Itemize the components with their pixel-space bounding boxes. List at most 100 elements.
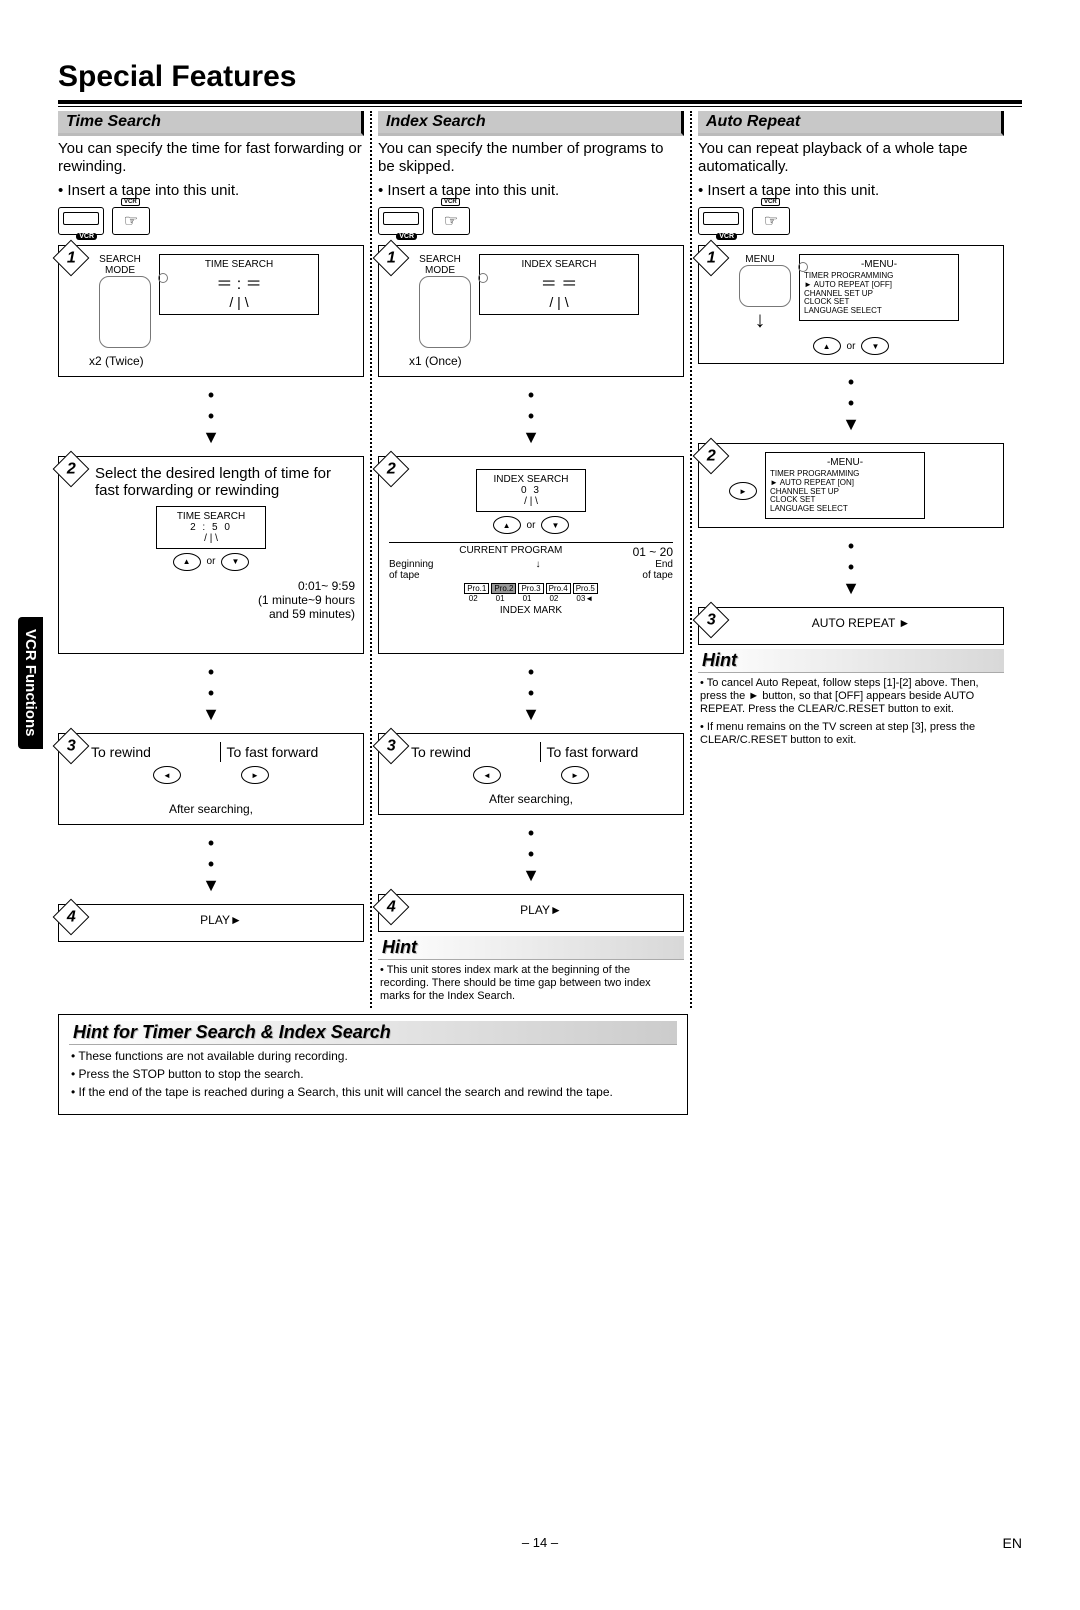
up-icon: ▲: [813, 337, 841, 355]
columns: VCR Functions Time Search You can specif…: [58, 111, 1022, 1008]
remote-icon: [99, 276, 151, 348]
index-search-intro: You can specify the number of programs t…: [378, 140, 684, 176]
hint-body-index: • This unit stores index mark at the beg…: [378, 960, 684, 1008]
step-number: 3: [693, 602, 730, 639]
fwd-icon: ►: [561, 766, 589, 784]
is-ff: To fast forward: [541, 742, 676, 762]
is-step1-bottom: x1 (Once): [409, 354, 675, 368]
ts-step-4: 4 PLAY►: [58, 904, 364, 942]
cassette-row: VCR ☞VCR: [698, 207, 1004, 235]
arrow-down-icon: [58, 385, 364, 448]
is-range: 01 ~ 20: [633, 545, 673, 559]
step-number: 2: [693, 438, 730, 475]
ts-step-1: 1 SEARCH MODE TIME SEARCH ＝ : ＝ / | \ x2…: [58, 245, 364, 377]
tv-screen-index: INDEX SEARCH ＝ ＝ / | \: [479, 254, 639, 315]
ar-step-1: 1 MENU ↓ -MENU- TIMER PROGRAMMING ► AUTO…: [698, 245, 1004, 364]
up-icon: ▲: [493, 516, 521, 534]
begin-tape-label: Beginning of tape: [389, 559, 433, 581]
vcr-badge: VCR: [76, 233, 97, 240]
cassette-icon: VCR: [698, 207, 744, 235]
play-label: PLAY►: [407, 903, 675, 917]
remote-icon: [419, 276, 471, 348]
ts-range: 0:01~ 9:59 (1 minute~9 hours and 59 minu…: [67, 579, 355, 621]
index-mark-label: INDEX MARK: [389, 605, 673, 616]
tv-screen-time-value: TIME SEARCH 2 : 5 0 / | \: [156, 506, 266, 549]
search-mode-label: SEARCH MODE: [89, 254, 151, 276]
hint-heading: Hint: [378, 936, 684, 960]
screen-label: INDEX SEARCH: [481, 474, 581, 485]
is-step-1: 1 SEARCH MODE INDEX SEARCH ＝ ＝ / | \ x1 …: [378, 245, 684, 377]
program-row: Pro.1 Pro.2 Pro.3 Pro.4 Pro.5: [389, 583, 673, 594]
ar-step-3: 3 AUTO REPEAT ►: [698, 607, 1004, 645]
ts-step-3: 3 To rewind To fast forward ◄ ► After se…: [58, 733, 364, 825]
is-step-2: 2 INDEX SEARCH 0 3 / | \ ▲ or ▼ CURRENT …: [378, 456, 684, 654]
or-label: or: [207, 556, 216, 567]
down-icon: ▼: [221, 553, 249, 571]
right-icon: ►: [729, 482, 757, 500]
ts-step1-bottom: x2 (Twice): [89, 354, 355, 368]
is-rewind: To rewind: [405, 742, 541, 762]
cassette-icon: VCR: [378, 207, 424, 235]
col-index-search: Index Search You can specify the number …: [372, 111, 692, 1008]
col-auto-repeat: Auto Repeat You can repeat playback of a…: [692, 111, 1004, 1008]
ts-rewind: To rewind: [85, 742, 221, 762]
side-tab-label: VCR Functions: [18, 617, 43, 749]
screen-title: -MENU-: [804, 259, 954, 270]
is-step-3: 3 To rewind To fast forward ◄ ► After se…: [378, 733, 684, 815]
screen-title: TIME SEARCH: [164, 259, 314, 270]
screen-title: -MENU-: [770, 457, 920, 468]
arrow-down-icon: [58, 662, 364, 725]
screen-value: 2 : 5 0: [161, 522, 261, 533]
index-search-heading: Index Search: [378, 111, 684, 136]
tv-screen-time-search: TIME SEARCH ＝ : ＝ / | \: [159, 254, 319, 315]
step-number: 1: [53, 240, 90, 277]
arrow-down-icon: [698, 372, 1004, 435]
title-rule: [58, 100, 1022, 107]
search-mode-label: SEARCH MODE: [409, 254, 471, 276]
footer-hint-box: Hint for Timer Search & Index Search • T…: [58, 1014, 688, 1115]
current-program-label: CURRENT PROGRAM: [389, 545, 633, 559]
down-icon: ▼: [541, 516, 569, 534]
ts-step-2: 2 Select the desired length of time for …: [58, 456, 364, 654]
menu-list-2: TIMER PROGRAMMING ► AUTO REPEAT [ON] CHA…: [770, 470, 920, 514]
index-search-bullet: • Insert a tape into this unit.: [378, 182, 684, 199]
arrow-down-icon: [378, 823, 684, 886]
or-buttons: ▲ or ▼: [67, 553, 355, 571]
hint-heading-ar: Hint: [698, 649, 1004, 673]
arrow-down-icon: [58, 833, 364, 896]
page-title: Special Features: [58, 60, 1022, 94]
tv-screen-index-value: INDEX SEARCH 0 3 / | \: [476, 469, 586, 512]
step-number: 1: [693, 240, 730, 277]
hand-icon: ☞VCR: [112, 207, 150, 235]
hand-icon: ☞VCR: [752, 207, 790, 235]
fwd-icon: ►: [241, 766, 269, 784]
auto-repeat-label: AUTO REPEAT ►: [727, 616, 995, 630]
auto-repeat-intro: You can repeat playback of a whole tape …: [698, 140, 1004, 176]
time-search-intro: You can specify the time for fast forwar…: [58, 140, 364, 176]
ts-step2-text: Select the desired length of time for fa…: [95, 465, 355, 500]
step-number: 3: [53, 728, 90, 765]
is-step-4: 4 PLAY►: [378, 894, 684, 932]
arrow-down-icon: [378, 385, 684, 448]
program-nums: 02 01 01 02 03◄: [389, 594, 673, 603]
ts-ff: To fast forward: [221, 742, 356, 762]
remote-icon: [739, 265, 791, 307]
time-search-bullet: • Insert a tape into this unit.: [58, 182, 364, 199]
page-number: – 14 – EN: [58, 1535, 1022, 1550]
time-search-heading: Time Search: [58, 111, 364, 136]
cassette-icon: VCR: [58, 207, 104, 235]
step-number: 1: [373, 240, 410, 277]
ts-after: After searching,: [67, 802, 355, 816]
arrow-down-icon: [698, 536, 1004, 599]
cassette-row: VCR ☞VCR: [58, 207, 364, 235]
or-label: or: [527, 520, 536, 531]
end-tape-label: End of tape: [642, 559, 673, 581]
screen-title: INDEX SEARCH: [484, 259, 634, 270]
step-number: 2: [53, 451, 90, 488]
menu-screen-1: -MENU- TIMER PROGRAMMING ► AUTO REPEAT […: [799, 254, 959, 321]
auto-repeat-heading: Auto Repeat: [698, 111, 1004, 136]
menu-screen-2: -MENU- TIMER PROGRAMMING ► AUTO REPEAT […: [765, 452, 925, 519]
hint-body-ar: • To cancel Auto Repeat, follow steps [1…: [698, 673, 1004, 755]
rewind-icon: ◄: [153, 766, 181, 784]
step-number: 4: [373, 889, 410, 926]
